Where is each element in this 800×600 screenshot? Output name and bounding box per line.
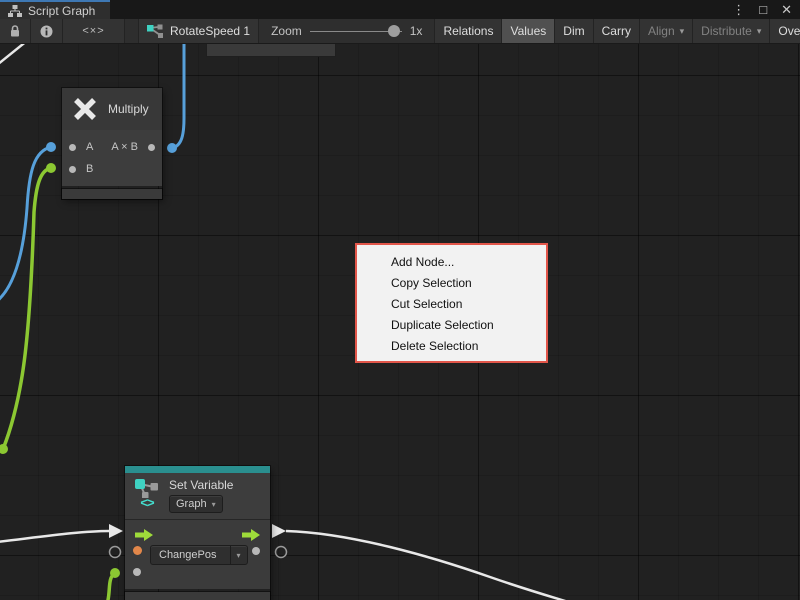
align-label: Align — [648, 24, 675, 38]
lock-button[interactable] — [0, 19, 31, 43]
variable-kind-value: Graph — [176, 498, 207, 510]
node-title: Multiply — [108, 102, 149, 116]
menu-item-cut-selection[interactable]: Cut Selection — [357, 294, 546, 315]
variable-kind-dropdown[interactable]: Graph ▾ — [169, 495, 223, 513]
graph-icon — [8, 5, 22, 17]
tab-title: Script Graph — [28, 4, 95, 18]
tab-script-graph[interactable]: Script Graph — [0, 0, 110, 19]
value-output-port[interactable] — [252, 547, 260, 555]
port-dot-green-edge[interactable] — [0, 444, 8, 454]
menu-item-delete-selection[interactable]: Delete Selection — [357, 336, 546, 357]
values-button[interactable]: Values — [502, 19, 555, 43]
extra-input-port[interactable] — [133, 568, 141, 576]
carry-label: Carry — [602, 24, 631, 38]
zoom-control: Zoom 1x — [259, 19, 435, 43]
overview-label: Overview — [778, 24, 800, 38]
output-port-product[interactable] — [148, 144, 155, 151]
setvar-body: ChangePos ▾ — [125, 519, 270, 589]
wire-green-left — [3, 168, 51, 449]
window-controls: ⋮ □ ✕ — [732, 0, 800, 19]
zoom-slider[interactable] — [310, 25, 402, 37]
values-label: Values — [510, 24, 546, 38]
node-set-variable[interactable]: <> Set Variable Graph ▾ — [125, 466, 270, 600]
code-view-button[interactable]: <×> — [63, 19, 125, 43]
tab-bar: Script Graph ⋮ □ ✕ — [0, 0, 800, 19]
code-view-icon: <×> — [82, 25, 104, 37]
chevron-down-icon: ▾ — [680, 26, 685, 37]
chevron-down-icon: ▾ — [757, 26, 762, 37]
wire-blue-right — [172, 44, 184, 148]
chevron-down-icon: ▾ — [212, 500, 216, 509]
lock-icon — [9, 24, 21, 38]
multiply-body: A A × B B — [62, 130, 162, 186]
distribute-label: Distribute — [701, 24, 752, 38]
node-title: Set Variable — [169, 478, 233, 492]
exec-output-arrow[interactable] — [242, 529, 260, 541]
wire-white-exec-in — [0, 531, 109, 542]
port-label-product: A × B — [111, 141, 138, 153]
code-tag-icon: <> — [140, 498, 153, 508]
header-remnant-panel — [206, 44, 336, 57]
exec-arrow-in[interactable] — [109, 524, 123, 538]
graph-reference-icon — [147, 24, 163, 38]
context-menu: Add Node... Copy Selection Cut Selection… — [355, 243, 548, 363]
dim-button[interactable]: Dim — [555, 19, 593, 43]
setvar-header: <> Set Variable Graph ▾ — [125, 473, 270, 519]
close-icon[interactable]: ✕ — [781, 3, 792, 16]
chevron-down-icon: ▾ — [236, 551, 240, 560]
multiply-x-icon — [72, 96, 98, 122]
wire-green-bottom — [107, 573, 115, 600]
graph-reference-button[interactable]: RotateSpeed 1 — [139, 19, 259, 43]
input-port-b[interactable] — [69, 166, 76, 173]
wire-blue-left — [0, 147, 51, 302]
menu-item-duplicate-selection[interactable]: Duplicate Selection — [357, 315, 546, 336]
port-dot-blue-a[interactable] — [46, 142, 56, 152]
multiply-header: Multiply — [62, 88, 162, 130]
overview-button[interactable]: Overview — [770, 19, 800, 43]
multiply-footer — [62, 189, 162, 199]
input-port-a[interactable] — [69, 144, 76, 151]
graph-reference-label: RotateSpeed 1 — [170, 24, 250, 38]
dim-label: Dim — [563, 24, 584, 38]
wire-white-topleft — [0, 44, 28, 65]
zoom-label: Zoom — [271, 24, 302, 38]
menu-item-add-node[interactable]: Add Node... — [357, 252, 546, 273]
graph-canvas[interactable]: Multiply A A × B B — [0, 44, 800, 600]
port-row-b: B — [62, 158, 162, 180]
zoom-value: 1x — [410, 24, 423, 38]
window-menu-icon[interactable]: ⋮ — [732, 3, 745, 16]
graph-toolbar: <×> RotateSpeed 1 Zoom 1x Relations Valu… — [0, 19, 800, 44]
script-graph-window: Script Graph ⋮ □ ✕ <×> — [0, 0, 800, 600]
port-label-b: B — [86, 163, 93, 175]
info-button[interactable] — [31, 19, 63, 43]
zoom-slider-handle[interactable] — [388, 25, 400, 37]
variable-name-dropdown[interactable]: ChangePos ▾ — [150, 545, 248, 565]
info-icon — [40, 25, 53, 38]
value-input-port[interactable] — [133, 546, 142, 555]
toolbar-spacer — [125, 19, 139, 43]
distribute-button[interactable]: Distribute ▾ — [693, 19, 770, 43]
port-dot-green-b[interactable] — [46, 163, 56, 173]
set-variable-icon: <> — [133, 478, 161, 513]
exec-input-arrow[interactable] — [135, 529, 153, 541]
node-multiply[interactable]: Multiply A A × B B — [62, 88, 162, 199]
relations-button[interactable]: Relations — [435, 19, 502, 43]
align-button[interactable]: Align ▾ — [640, 19, 693, 43]
setvar-accent-strip — [125, 466, 270, 473]
wire-white-exec-out — [286, 531, 578, 600]
port-label-a: A — [86, 141, 93, 153]
relations-label: Relations — [443, 24, 493, 38]
variable-name-value: ChangePos — [151, 549, 225, 561]
exec-arrow-out[interactable] — [272, 524, 286, 538]
port-ring-right[interactable] — [276, 547, 287, 558]
port-dot-blue-product[interactable] — [167, 143, 177, 153]
port-dot-green-setvar[interactable] — [110, 568, 120, 578]
setvar-footer — [125, 592, 270, 600]
port-row-a: A A × B — [62, 136, 162, 158]
port-ring-left[interactable] — [110, 547, 121, 558]
maximize-icon[interactable]: □ — [759, 3, 767, 16]
carry-button[interactable]: Carry — [594, 19, 640, 43]
menu-item-copy-selection[interactable]: Copy Selection — [357, 273, 546, 294]
